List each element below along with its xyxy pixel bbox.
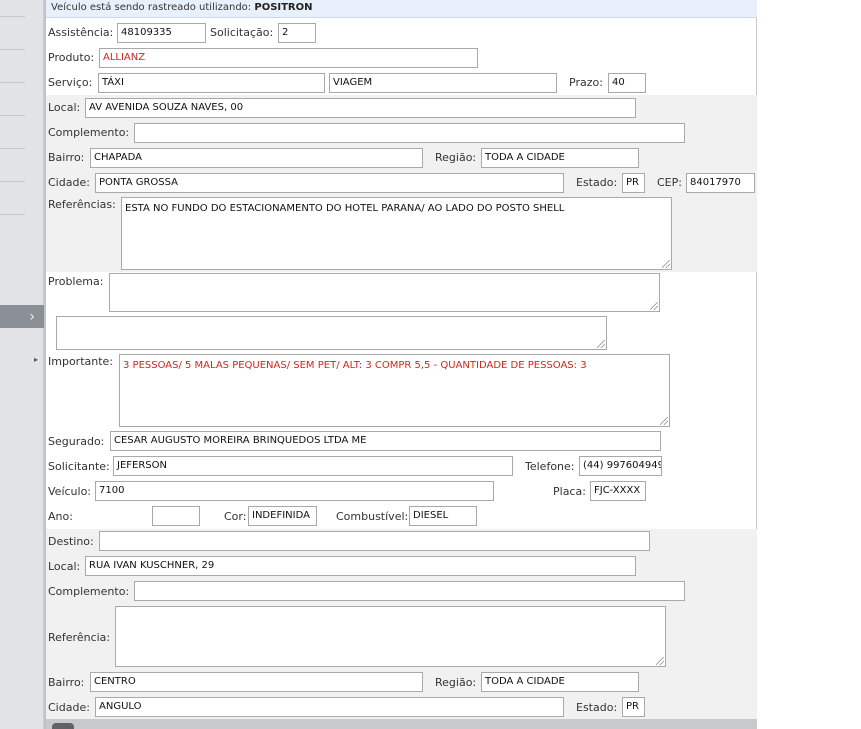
cor-field[interactable]: INDEFINIDA (248, 506, 317, 526)
sidebar-divider (0, 148, 25, 149)
regiao-field[interactable]: TODA A CIDADE (481, 148, 639, 168)
local-field[interactable]: AV AVENIDA SOUZA NAVES, 00 (85, 98, 636, 118)
cep-label: CEP: (657, 176, 682, 189)
telefone-label: Telefone: (525, 460, 575, 473)
servico-type-field[interactable]: VIAGEM (329, 73, 557, 93)
destination-estado-field[interactable]: PR (622, 697, 645, 717)
destination-estado-label: Estado: (576, 701, 618, 714)
caret-right-icon[interactable]: ▸ (34, 355, 38, 364)
estado-field[interactable]: PR (622, 173, 645, 193)
resize-grip-icon[interactable] (662, 260, 670, 268)
produto-field[interactable]: ALLIANZ (99, 48, 478, 68)
sidebar-divider (0, 49, 25, 50)
destination-referencia-label: Referência: (48, 631, 111, 644)
solicitacao-field[interactable]: 2 (278, 23, 316, 43)
destination-cidade-label: Cidade: (48, 701, 90, 714)
sidebar-divider (0, 181, 25, 182)
tracking-system-name: POSITRON (254, 2, 313, 13)
complemento-label: Complemento: (48, 126, 130, 139)
tracking-notice: Veículo está sendo rastreado utilizando:… (46, 0, 757, 18)
placa-label: Placa: (553, 485, 586, 498)
solicitacao-label: Solicitação: (210, 26, 274, 39)
assistencia-label: Assistência: (48, 26, 114, 39)
footer-bar (46, 719, 757, 729)
servico-label: Serviço: (48, 76, 93, 89)
cidade-label: Cidade: (48, 176, 90, 189)
assistencia-field[interactable]: 48109335 (117, 23, 206, 43)
telefone-field[interactable]: (44) 99760494949 (579, 456, 662, 476)
bairro-field[interactable]: CHAPADA (90, 148, 423, 168)
solicitante-label: Solicitante: (48, 460, 110, 473)
destination-complemento-label: Complemento: (48, 585, 130, 598)
footer-handle-icon[interactable] (52, 723, 74, 729)
problema-textarea[interactable] (109, 273, 660, 312)
complemento-field[interactable] (134, 123, 685, 143)
chevron-right-icon: › (29, 308, 35, 325)
resize-grip-icon[interactable] (660, 417, 668, 425)
segurado-field[interactable]: CESAR AUGUSTO MOREIRA BRINQUEDOS LTDA ME (110, 431, 661, 451)
tracking-notice-text: Veículo está sendo rastreado utilizando: (51, 2, 252, 13)
servico-field[interactable]: TÁXI (98, 73, 325, 93)
referencias-label: Referências: (48, 198, 116, 211)
prazo-label: Prazo: (569, 76, 603, 89)
destination-local-field[interactable]: RUA IVAN KUSCHNER, 29 (85, 556, 636, 576)
problema-label: Problema: (48, 275, 104, 288)
estado-label: Estado: (576, 176, 618, 189)
service-form-panel: Veículo está sendo rastreado utilizando:… (46, 0, 757, 729)
ano-field[interactable] (152, 506, 200, 526)
sidebar-toggle-button[interactable]: › (0, 305, 44, 328)
prazo-field[interactable]: 40 (608, 73, 646, 93)
destination-cidade-field[interactable]: ANGULO (95, 697, 564, 717)
destino-field[interactable] (99, 531, 650, 551)
bairro-label: Bairro: (48, 151, 85, 164)
combustivel-field[interactable]: DIESEL (409, 506, 477, 526)
produto-label: Produto: (48, 51, 95, 64)
resize-grip-icon[interactable] (656, 657, 664, 665)
destination-regiao-label: Região: (435, 676, 477, 689)
destination-complemento-field[interactable] (134, 581, 685, 601)
referencias-text: ESTA NO FUNDO DO ESTACIONAMENTO DO HOTEL… (125, 203, 565, 214)
destination-local-label: Local: (48, 560, 81, 573)
regiao-label: Região: (435, 151, 477, 164)
sidebar-divider (0, 214, 25, 215)
destination-regiao-field[interactable]: TODA A CIDADE (481, 672, 639, 692)
left-sidebar: › ▸ (0, 0, 44, 729)
ano-label: Ano: (48, 510, 73, 523)
placa-field[interactable]: FJC-XXXX (590, 481, 646, 501)
resize-grip-icon[interactable] (597, 340, 605, 348)
problema-detail-textarea[interactable] (56, 316, 607, 350)
importante-textarea[interactable]: 3 PESSOAS/ 5 MALAS PEQUENAS/ SEM PET/ AL… (119, 354, 670, 427)
segurado-label: Segurado: (48, 435, 105, 448)
sidebar-divider (0, 16, 25, 17)
sidebar-divider (0, 115, 25, 116)
destino-label: Destino: (48, 535, 94, 548)
sidebar-divider (0, 82, 25, 83)
cor-label: Cor: (224, 510, 247, 523)
cidade-field[interactable]: PONTA GROSSA (95, 173, 564, 193)
importante-text: 3 PESSOAS/ 5 MALAS PEQUENAS/ SEM PET/ AL… (123, 360, 587, 371)
destination-referencia-textarea[interactable] (115, 606, 666, 667)
resize-grip-icon[interactable] (650, 302, 658, 310)
importante-label: Importante: (48, 355, 114, 368)
referencias-textarea[interactable]: ESTA NO FUNDO DO ESTACIONAMENTO DO HOTEL… (121, 197, 672, 270)
combustivel-label: Combustível: (336, 510, 409, 523)
veiculo-label: Veículo: (48, 485, 92, 498)
local-label: Local: (48, 101, 81, 114)
cep-field[interactable]: 84017970 (686, 173, 755, 193)
veiculo-field[interactable]: 7100 (95, 481, 494, 501)
destination-bairro-field[interactable]: CENTRO (90, 672, 423, 692)
solicitante-field[interactable]: JEFERSON (113, 456, 513, 476)
destination-bairro-label: Bairro: (48, 676, 85, 689)
